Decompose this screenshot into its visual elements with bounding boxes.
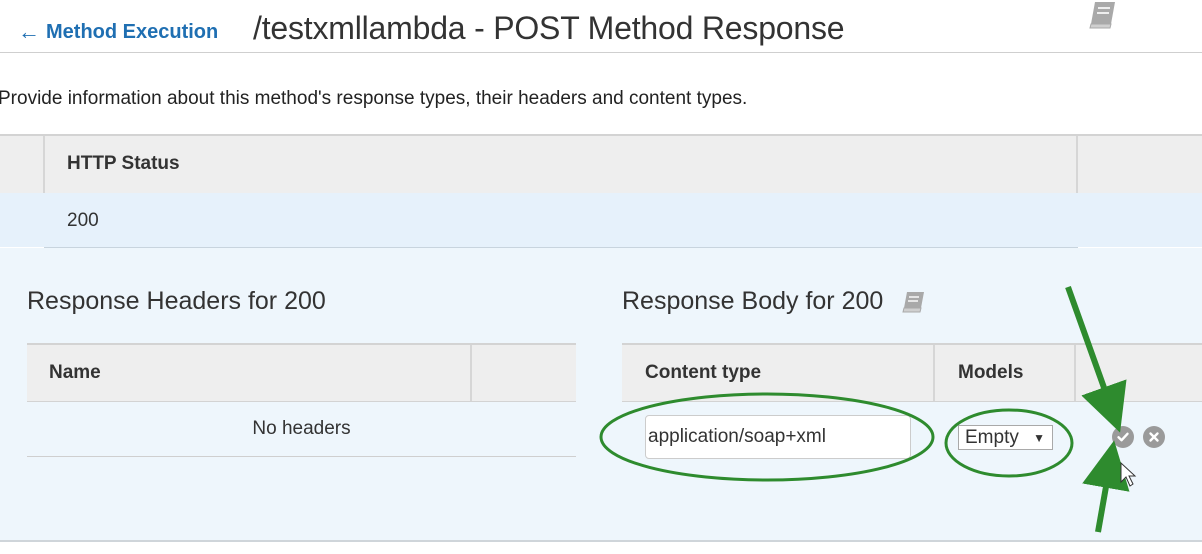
page-title: /testxmllambda - POST Method Response — [253, 10, 845, 46]
book-icon[interactable] — [900, 290, 926, 314]
response-body-title: Response Body for 200 — [622, 287, 884, 315]
confirm-button[interactable] — [1112, 426, 1134, 448]
back-link-method-execution[interactable]: ← Method Execution — [18, 19, 218, 45]
http-status-column-header: HTTP Status — [67, 153, 180, 174]
header-divider — [0, 52, 1202, 53]
status-code-cell: 200 — [67, 210, 99, 231]
column-divider — [933, 345, 935, 401]
caret-down-icon: ▼ — [1033, 430, 1045, 445]
check-circle-icon — [1117, 432, 1129, 442]
no-headers-message: No headers — [252, 418, 351, 439]
content-type-input[interactable] — [645, 415, 911, 459]
headers-table-header — [27, 343, 576, 402]
page-description: Provide information about this method's … — [0, 88, 748, 109]
status-row-200[interactable] — [0, 193, 1202, 247]
book-icon[interactable] — [1086, 0, 1118, 30]
column-divider — [43, 136, 45, 194]
cancel-button[interactable] — [1143, 426, 1165, 448]
model-select[interactable]: Empty ▼ — [958, 425, 1053, 450]
arrow-left-icon: ← — [18, 19, 40, 44]
column-divider — [1076, 136, 1078, 194]
close-circle-icon — [1149, 432, 1159, 442]
column-divider — [1074, 345, 1076, 401]
panel-bottom-divider — [0, 540, 1202, 542]
content-type-column-header: Content type — [645, 362, 762, 383]
models-column-header: Models — [958, 362, 1024, 383]
row-divider — [27, 456, 576, 457]
back-link-label: Method Execution — [46, 20, 219, 43]
model-select-value: Empty — [965, 426, 1019, 448]
column-divider — [470, 345, 472, 401]
response-headers-title: Response Headers for 200 — [27, 287, 326, 315]
name-column-header: Name — [49, 362, 101, 383]
status-table-header — [0, 134, 1202, 195]
